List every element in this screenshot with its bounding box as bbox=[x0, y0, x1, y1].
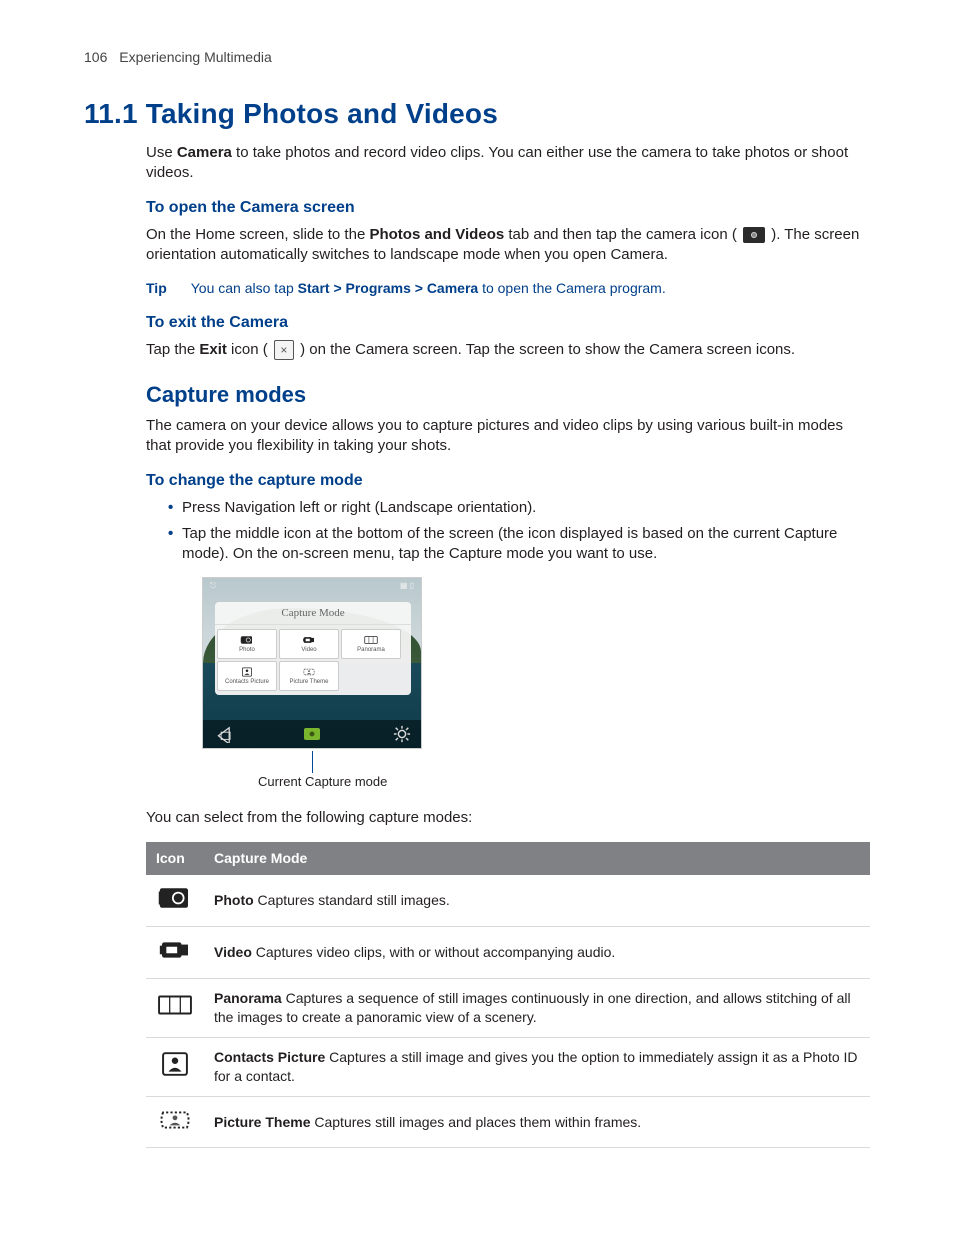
text: ) on the Camera screen. Tap the screen t… bbox=[296, 341, 795, 358]
exit-camera-paragraph: Tap the Exit icon ( × ) on the Camera sc… bbox=[146, 340, 870, 360]
picture-theme-icon bbox=[158, 1107, 192, 1138]
list-item: Tap the middle icon at the bottom of the… bbox=[168, 524, 870, 565]
table-row: Contacts Picture Captures a still image … bbox=[146, 1037, 870, 1096]
mode-name: Panorama bbox=[214, 990, 282, 1006]
mode-option-photo: Photo bbox=[217, 629, 277, 659]
section-title: Experiencing Multimedia bbox=[119, 49, 272, 65]
callout-line bbox=[312, 751, 313, 773]
mode-option-video: Video bbox=[279, 629, 339, 659]
text: tab and then tap the camera icon ( bbox=[504, 226, 741, 243]
mode-option-contacts: Contacts Picture bbox=[217, 661, 277, 691]
app-name: Camera bbox=[177, 144, 232, 161]
heading-exit-camera: To exit the Camera bbox=[146, 312, 870, 334]
mode-name: Video bbox=[214, 944, 252, 960]
table-row: Video Captures video clips, with or with… bbox=[146, 927, 870, 979]
table-intro: You can select from the following captur… bbox=[146, 808, 870, 828]
mode-name: Picture Theme bbox=[214, 1114, 310, 1130]
col-mode: Capture Mode bbox=[204, 842, 870, 875]
close-icon: × bbox=[274, 340, 294, 360]
panel-title: Capture Mode bbox=[215, 602, 411, 626]
tab-name: Photos and Videos bbox=[369, 226, 504, 243]
mode-desc: Captures a sequence of still images cont… bbox=[214, 990, 851, 1025]
text: to open the Camera program. bbox=[478, 280, 666, 296]
open-camera-paragraph: On the Home screen, slide to the Photos … bbox=[146, 225, 870, 266]
heading-change-mode: To change the capture mode bbox=[146, 470, 870, 492]
text: Use bbox=[146, 144, 177, 161]
text: Tap the bbox=[146, 341, 199, 358]
photo-icon bbox=[158, 885, 192, 916]
contacts-picture-icon bbox=[158, 1051, 192, 1082]
capture-intro: The camera on your device allows you to … bbox=[146, 416, 870, 457]
label: Contacts Picture bbox=[225, 678, 269, 686]
mode-desc: Captures video clips, with or without ac… bbox=[252, 944, 615, 960]
text: You can also tap bbox=[191, 280, 298, 296]
page-header: 106 Experiencing Multimedia bbox=[84, 48, 870, 67]
heading-capture-modes: Capture modes bbox=[146, 380, 870, 410]
text: icon ( bbox=[227, 341, 272, 358]
text: On the Home screen, slide to the bbox=[146, 226, 369, 243]
back-icon bbox=[213, 725, 231, 743]
tip-label: Tip bbox=[146, 279, 167, 298]
video-icon bbox=[158, 937, 192, 968]
text: to take photos and record video clips. Y… bbox=[146, 144, 848, 181]
capture-mode-screenshot: ⎋▦ ▯ Capture Mode Photo Video Panorama C… bbox=[202, 577, 422, 749]
label: Panorama bbox=[357, 646, 385, 654]
mode-name: Photo bbox=[214, 892, 254, 908]
table-row: Panorama Captures a sequence of still im… bbox=[146, 979, 870, 1038]
table-row: Photo Captures standard still images. bbox=[146, 875, 870, 926]
change-mode-list: Press Navigation left or right (Landscap… bbox=[168, 498, 870, 565]
mode-desc: Captures still images and places them wi… bbox=[310, 1114, 641, 1130]
mode-name: Contacts Picture bbox=[214, 1049, 325, 1065]
page-title: 11.1 Taking Photos and Videos bbox=[84, 95, 870, 133]
page-number: 106 bbox=[84, 49, 107, 65]
label: Photo bbox=[239, 646, 255, 654]
label: Video bbox=[301, 646, 316, 654]
capture-mode-panel: Capture Mode Photo Video Panorama Contac… bbox=[215, 602, 411, 696]
list-item: Press Navigation left or right (Landscap… bbox=[168, 498, 870, 518]
camera-icon bbox=[743, 227, 765, 243]
table-row: Picture Theme Captures still images and … bbox=[146, 1096, 870, 1148]
tip-text: You can also tap Start > Programs > Came… bbox=[191, 279, 666, 298]
mode-desc: Captures standard still images. bbox=[254, 892, 450, 908]
exit-label: Exit bbox=[199, 341, 227, 358]
screenshot-caption: Current Capture mode bbox=[258, 773, 870, 791]
mode-option-panorama: Panorama bbox=[341, 629, 401, 659]
tip-row: Tip You can also tap Start > Programs > … bbox=[146, 279, 870, 298]
menu-path: Start > Programs > Camera bbox=[298, 280, 479, 296]
table-header-row: Icon Capture Mode bbox=[146, 842, 870, 875]
gear-icon bbox=[393, 725, 411, 743]
capture-modes-table: Icon Capture Mode Photo Captures standar… bbox=[146, 842, 870, 1148]
intro-paragraph: Use Camera to take photos and record vid… bbox=[146, 143, 870, 184]
label: Picture Theme bbox=[290, 678, 329, 686]
current-mode-icon bbox=[304, 728, 320, 740]
panorama-icon bbox=[158, 992, 192, 1023]
col-icon: Icon bbox=[146, 842, 204, 875]
heading-open-camera: To open the Camera screen bbox=[146, 197, 870, 219]
mode-option-theme: Picture Theme bbox=[279, 661, 339, 691]
